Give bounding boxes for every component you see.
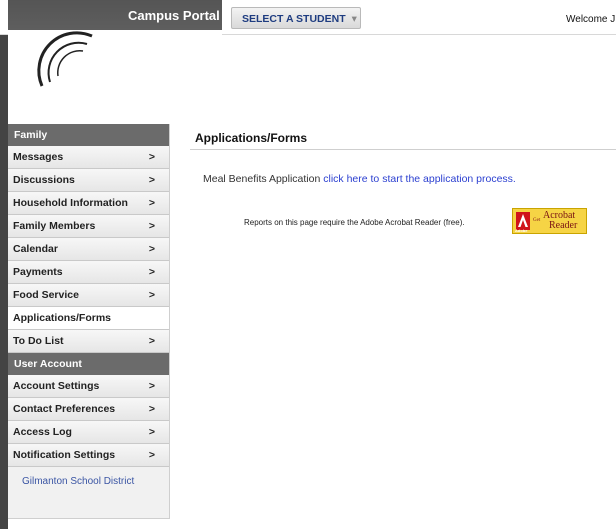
sidebar-item-label: Food Service [13,289,79,301]
sidebar-item-label: Calendar [13,243,58,255]
sidebar-item-payments[interactable]: Payments > [8,261,169,284]
sidebar-item-access-log[interactable]: Access Log > [8,421,169,444]
chevron-right-icon: > [148,220,155,232]
chevron-right-icon: > [148,243,155,255]
sidebar-item-messages[interactable]: Messages > [8,146,169,169]
select-student-button[interactable]: SELECT A STUDENT ▾ [231,7,361,29]
sidebar-item-label: Household Information [13,197,128,209]
chevron-right-icon: > [148,380,155,392]
chevron-down-icon: ▾ [351,13,357,25]
nav-section-header: User Account [8,353,169,375]
chevron-right-icon: > [148,426,155,438]
welcome-text: Welcome J [566,14,616,25]
select-student-label: SELECT A STUDENT [242,13,346,25]
district-link[interactable]: Gilmanton School District [22,476,134,487]
acrobat-reader-note: Reports on this page require the Adobe A… [244,218,465,227]
sidebar-item-label: Account Settings [13,380,100,392]
sidebar-item-label: Notification Settings [13,449,116,461]
chevron-right-icon: > [148,151,155,163]
reader-label: Reader [549,220,578,231]
app-title[interactable]: Campus Portal [128,8,220,23]
chevron-right-icon: > [148,449,155,461]
chevron-right-icon: > [148,403,155,415]
meal-benefits-label: Meal Benefits Application [203,173,321,185]
sidebar-item-label: Family Members [13,220,96,232]
chevron-right-icon: > [148,197,155,209]
sidebar-item-contact-preferences[interactable]: Contact Preferences > [8,398,169,421]
get-acrobat-reader-button[interactable]: Adobe Get Acrobat Reader [512,208,587,234]
sidebar-item-applications-forms[interactable]: Applications/Forms [8,307,169,330]
sidebar-item-discussions[interactable]: Discussions > [8,169,169,192]
sidebar-item-label: Applications/Forms [13,312,112,324]
sidebar-item-family-members[interactable]: Family Members > [8,215,169,238]
sidebar-item-label: To Do List [13,335,64,347]
sidebar-item-account-settings[interactable]: Account Settings > [8,375,169,398]
sidebar-item-to-do-list[interactable]: To Do List > [8,330,169,353]
start-application-link[interactable]: click here to start the application proc… [323,173,516,185]
sidebar-item-household-information[interactable]: Household Information > [8,192,169,215]
chevron-right-icon: > [148,266,155,278]
chevron-right-icon: > [148,174,155,186]
page-title: Applications/Forms [190,131,616,150]
meal-benefits-line: Meal Benefits Application click here to … [203,173,516,185]
sidebar-item-label: Messages [13,151,64,163]
sidebar-item-label: Access Log [13,426,72,438]
chevron-right-icon: > [148,289,155,301]
sidebar-item-calendar[interactable]: Calendar > [8,238,169,261]
left-edge-stripe [0,0,8,529]
adobe-label: Adobe [515,228,528,233]
chevron-right-icon: > [148,335,155,347]
sidebar-item-food-service[interactable]: Food Service > [8,284,169,307]
campus-logo-icon [37,31,93,87]
sidebar-item-label: Contact Preferences [13,403,116,415]
sidebar-item-notification-settings[interactable]: Notification Settings > [8,444,169,467]
brand-block: Campus Portal [8,0,222,120]
nav-section-header: Family [8,124,169,146]
sidebar-nav: Family Messages > Discussions > Household Inf… [8,124,170,519]
sidebar-item-label: Discussions [13,174,75,186]
sidebar-item-label: Payments [13,266,63,278]
get-label: Get [533,218,541,223]
